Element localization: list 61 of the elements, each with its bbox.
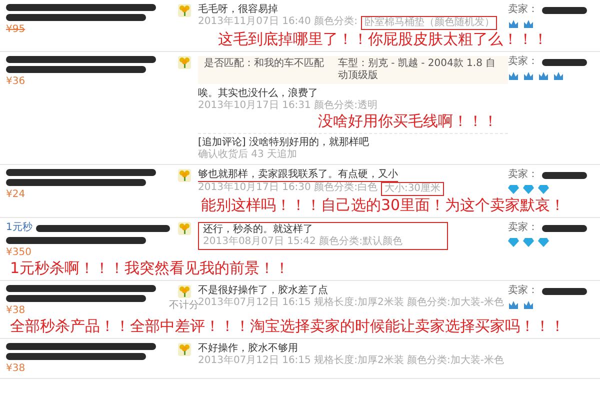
review-meta: 卧室棉马桶垫（颜色随机发） [361, 16, 498, 30]
followup-text: [追加评论] 没啥特别好用的，就那样吧 [198, 137, 369, 148]
diamond-icon [538, 184, 549, 194]
diamond-icon [508, 184, 519, 194]
product-link[interactable]: 1元秒 [6, 222, 32, 234]
annotation: 1元秒杀啊！！！我突然看见我的前景！！ [9, 259, 290, 277]
crown-icon [538, 71, 549, 82]
price: ¥36 [6, 76, 26, 88]
price: ¥38 [6, 363, 26, 375]
crown-icon [508, 19, 519, 30]
annotation: 全部秒杀产品！！全部中差评！！！淘宝选择卖家的时候能让卖家选择买家吗！！！ [9, 317, 565, 335]
review-meta: 2013年10月17日 16:30 颜色分类:白色 [198, 182, 378, 195]
seller-label: 卖家： [508, 222, 538, 234]
redaction-mark [542, 6, 587, 14]
seller-label: 卖家： [508, 169, 538, 181]
crown-icon [553, 71, 564, 82]
diamond-icon [508, 237, 519, 247]
review-meta: 2013年07月12日 16:15 规格长度:加厚2米装 颜色分类:加大装-米色 [198, 297, 504, 308]
price: ¥24 [6, 189, 26, 201]
review-meta: 2013年10月17日 16:31 颜色分类:透明 [198, 100, 378, 112]
annotation: 能别这样吗！！！自己选的30里面！为这个卖家默哀！ [200, 196, 566, 214]
review-meta: 2013年08月07日 15:42 颜色分类:默认颜色 [203, 236, 402, 248]
redaction-mark [542, 58, 587, 66]
diamond-icon [523, 237, 534, 247]
crown-icon [523, 300, 534, 311]
review-text: 毛毛呀，很容易掉 [198, 4, 278, 16]
price: ¥95 [6, 24, 26, 36]
followup-time: 确认收货后 43 天追加 [198, 149, 298, 161]
flower-icon [178, 343, 190, 356]
flower-icon [178, 4, 190, 17]
review-meta: 2013年07月12日 16:15 规格长度:加厚2米装 颜色分类:加大装-米色 [198, 355, 504, 367]
redaction-mark [542, 288, 587, 294]
diamond-icon [523, 184, 534, 194]
diamond-icon [538, 237, 549, 247]
flower-icon [178, 56, 190, 69]
redaction-mark [542, 172, 587, 178]
crown-icon [508, 300, 519, 311]
rating-note: 不计分 [169, 300, 199, 312]
crown-icon [523, 19, 534, 30]
annotation: 这毛到底掉哪里了！！你屁股皮肤太粗了么！！！ [218, 30, 548, 48]
seller-label: 卖家： [508, 285, 538, 297]
review-text: 够也就那样，卖家跟我联系了。有点硬，又小 [198, 169, 398, 182]
crown-icon [508, 71, 519, 82]
flower-icon [178, 222, 190, 235]
crown-icon [523, 71, 534, 82]
review-meta: 2013年11月07日 16:40 颜色分类: [198, 16, 358, 29]
redaction-mark [542, 224, 587, 232]
flower-icon [178, 285, 190, 298]
flower-icon [178, 169, 190, 182]
seller-label: 卖家： [508, 56, 538, 68]
review-text: 唉。其实也没什么，浪费了 [198, 88, 318, 100]
review-text: 不好操作，胶水不够用 [198, 343, 298, 355]
review-text: 还行，秒杀的。就这样了 [203, 224, 313, 236]
price: ¥350 [6, 247, 32, 259]
seller-label: 卖家： [508, 4, 538, 16]
car-model: 车型：别克 - 凯越 - 2004款 1.8 自动顶级版 [338, 58, 497, 82]
review-meta: 大小:30厘米 [381, 182, 444, 196]
price: ¥38 [6, 305, 26, 317]
match-label: 是否匹配：和我的车不匹配 [204, 58, 324, 71]
annotation: 没啥好用你买毛线啊！！！ [318, 112, 498, 130]
review-text: 不是很好操作了，胶水差了点 [198, 285, 328, 296]
